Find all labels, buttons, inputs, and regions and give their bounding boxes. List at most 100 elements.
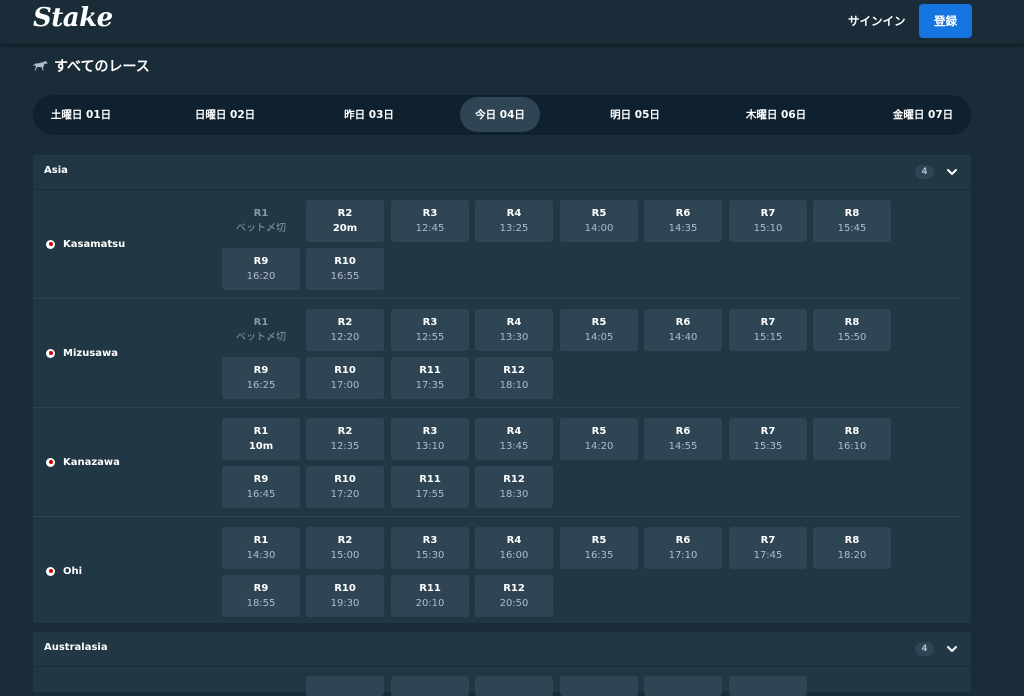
- race-button[interactable]: R12 18:10: [475, 357, 553, 399]
- race-number: R9: [253, 583, 269, 594]
- race-button[interactable]: R6 14:40: [644, 309, 722, 351]
- race-button[interactable]: R3 13:10: [391, 418, 469, 460]
- race-button[interactable]: R5 14:00: [560, 200, 638, 242]
- race-time: 18:55: [246, 598, 276, 609]
- race-button[interactable]: R4 13:25: [475, 200, 553, 242]
- race-button[interactable]: R4 13:30: [475, 309, 553, 351]
- race-number: R1: [253, 426, 269, 437]
- race-button[interactable]: R11 17:55: [391, 466, 469, 508]
- track-list: Kasamatsu R1 ベット〆切 R2 20m R3 12:45 R4 13:25 R5 14:…: [33, 190, 971, 625]
- stake-logo[interactable]: Stake: [33, 3, 113, 33]
- race-time: 15:10: [753, 223, 783, 234]
- race-button[interactable]: R11 20:10: [391, 575, 469, 617]
- race-time: 14:05: [584, 332, 614, 343]
- race-time: 16:35: [584, 550, 614, 561]
- region-header[interactable]: Asia 4: [33, 155, 971, 190]
- race-number: R2: [337, 426, 353, 437]
- race-button[interactable]: R9 16:25: [222, 357, 300, 399]
- region-asia: Asia 4 Kasamatsu R1 ベット〆切 R2 20m R3 12:45 R4 13:…: [33, 155, 971, 623]
- race-time: 18:20: [837, 550, 867, 561]
- race-number: R8: [844, 317, 860, 328]
- tab-saturday[interactable]: 土曜日 01日: [41, 97, 121, 132]
- japan-flag-icon: [46, 457, 55, 467]
- race-time: 10m: [248, 441, 274, 452]
- race-button[interactable]: R4 13:45: [475, 418, 553, 460]
- chevron-down-icon[interactable]: [946, 166, 958, 178]
- race-button[interactable]: R10 17:20: [306, 466, 384, 508]
- japan-flag-icon: [46, 239, 55, 249]
- race-number: R7: [760, 535, 776, 546]
- race-button-peek: [729, 676, 807, 696]
- race-button[interactable]: R9 16:45: [222, 466, 300, 508]
- track-row-kasamatsu: Kasamatsu R1 ベット〆切 R2 20m R3 12:45 R4 13:25 R5 14:…: [33, 190, 959, 299]
- page-title: すべてのレース: [54, 59, 150, 75]
- race-number: R3: [422, 535, 438, 546]
- race-button[interactable]: R10 19:30: [306, 575, 384, 617]
- race-number: R2: [337, 208, 353, 219]
- race-button[interactable]: R7 15:35: [729, 418, 807, 460]
- race-time: 16:25: [246, 380, 276, 391]
- track-name[interactable]: Ohi: [46, 517, 82, 625]
- race-button[interactable]: R8 18:20: [813, 527, 891, 569]
- race-button[interactable]: R8 16:10: [813, 418, 891, 460]
- race-button[interactable]: R2 15:00: [306, 527, 384, 569]
- race-button[interactable]: R6 14:35: [644, 200, 722, 242]
- register-button[interactable]: 登録: [919, 4, 972, 38]
- race-number: R8: [844, 426, 860, 437]
- tab-tomorrow[interactable]: 明日 05日: [595, 97, 675, 132]
- race-button[interactable]: R4 16:00: [475, 527, 553, 569]
- race-time: 16:20: [246, 271, 276, 282]
- race-number: R4: [506, 208, 522, 219]
- region-australasia: Australasia 4: [33, 632, 971, 696]
- race-number: R6: [675, 208, 691, 219]
- race-button[interactable]: R2 20m: [306, 200, 384, 242]
- race-button[interactable]: R7 15:10: [729, 200, 807, 242]
- signin-button[interactable]: サインイン: [848, 13, 906, 29]
- chevron-down-icon[interactable]: [946, 643, 958, 655]
- race-button[interactable]: R10 16:55: [306, 248, 384, 290]
- track-name[interactable]: Mizusawa: [46, 299, 118, 407]
- track-name[interactable]: Kasamatsu: [46, 190, 125, 298]
- race-button[interactable]: R3 15:30: [391, 527, 469, 569]
- race-button[interactable]: R2 12:35: [306, 418, 384, 460]
- tab-friday[interactable]: 金曜日 07日: [883, 97, 963, 132]
- race-time: 16:00: [499, 550, 529, 561]
- race-button[interactable]: R6 14:55: [644, 418, 722, 460]
- race-button[interactable]: R6 17:10: [644, 527, 722, 569]
- race-button[interactable]: R1 10m: [222, 418, 300, 460]
- tab-today[interactable]: 今日 04日: [460, 97, 540, 132]
- race-button[interactable]: R12 18:30: [475, 466, 553, 508]
- race-button[interactable]: R3 12:55: [391, 309, 469, 351]
- race-time: 15:45: [837, 223, 867, 234]
- race-button[interactable]: R8 15:45: [813, 200, 891, 242]
- race-button[interactable]: R1 14:30: [222, 527, 300, 569]
- race-time: 12:20: [330, 332, 360, 343]
- page-header: すべてのレース: [33, 56, 150, 76]
- track-name-label: Ohi: [63, 565, 83, 577]
- race-time: 20m: [332, 223, 358, 234]
- track-name-label: Kanazawa: [63, 456, 120, 468]
- race-time: 17:10: [668, 550, 698, 561]
- race-button[interactable]: R12 20:50: [475, 575, 553, 617]
- race-number: R1: [253, 317, 269, 328]
- tab-sunday[interactable]: 日曜日 02日: [185, 97, 265, 132]
- race-button[interactable]: R7 15:15: [729, 309, 807, 351]
- region-header[interactable]: Australasia 4: [33, 632, 971, 667]
- race-button[interactable]: R2 12:20: [306, 309, 384, 351]
- race-button[interactable]: R10 17:00: [306, 357, 384, 399]
- tab-yesterday[interactable]: 昨日 03日: [329, 97, 409, 132]
- race-number: R11: [419, 583, 441, 594]
- race-button[interactable]: R5 14:20: [560, 418, 638, 460]
- race-button[interactable]: R7 17:45: [729, 527, 807, 569]
- race-button[interactable]: R5 16:35: [560, 527, 638, 569]
- track-name[interactable]: Kanazawa: [46, 408, 120, 516]
- race-button[interactable]: R11 17:35: [391, 357, 469, 399]
- race-button[interactable]: R5 14:05: [560, 309, 638, 351]
- race-button[interactable]: R9 18:55: [222, 575, 300, 617]
- race-button[interactable]: R9 16:20: [222, 248, 300, 290]
- race-button[interactable]: R8 15:50: [813, 309, 891, 351]
- race-button-peek: [306, 676, 384, 696]
- race-button[interactable]: R3 12:45: [391, 200, 469, 242]
- tab-thursday[interactable]: 木曜日 06日: [733, 97, 819, 132]
- race-number: R10: [334, 256, 356, 267]
